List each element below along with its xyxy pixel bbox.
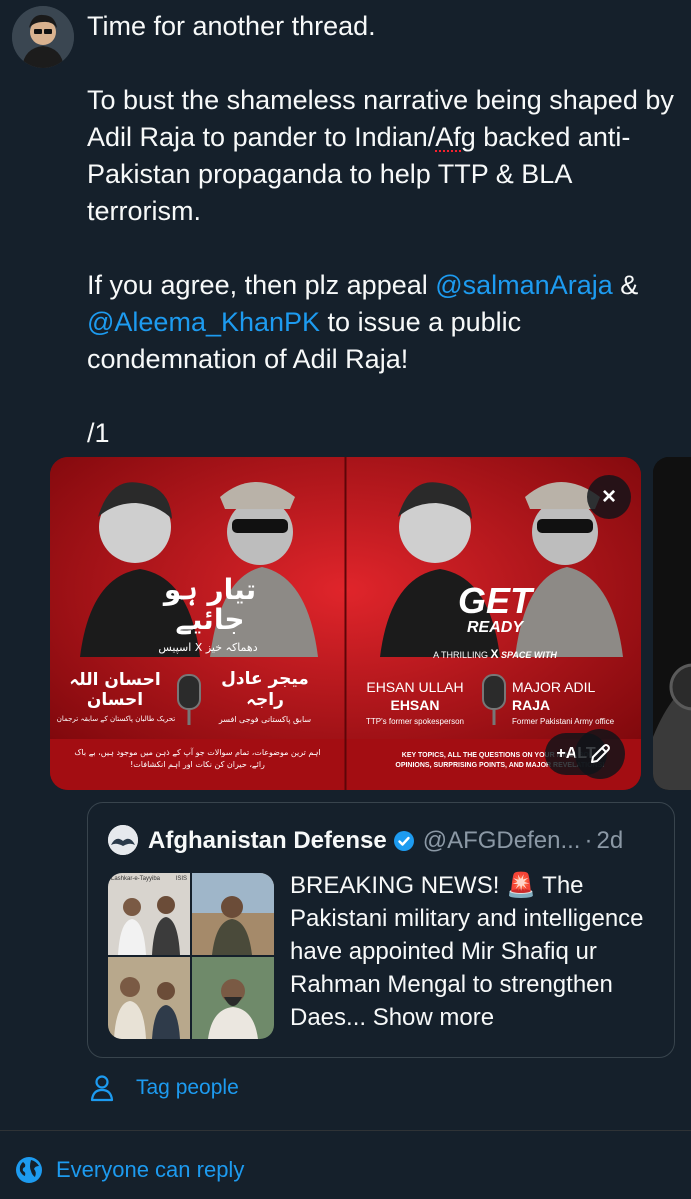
guest-1-first-name: EHSAN ULLAH [366, 679, 464, 695]
quoted-tweet-text: BREAKING NEWS! 🚨 The Pakistani military … [290, 869, 660, 1034]
urdu-guest-2-role: سابق پاکستانی فوجی افسر [218, 715, 312, 724]
close-icon: × [601, 483, 616, 510]
divider [0, 1130, 691, 1131]
x-logo-icon: X [490, 647, 499, 661]
pencil-icon [591, 744, 610, 763]
guest-1-role: TTP's former spokesperson [365, 717, 464, 726]
urdu-guest-1-name: احسان اللہ احسان [69, 670, 161, 710]
quoted-timestamp[interactable]: 2d [596, 827, 623, 854]
quoted-author-name[interactable]: Afghanistan Defense [148, 827, 387, 854]
tweet-text: Time for another thread. To bust the sha… [87, 8, 683, 452]
guest-1-last-name: EHSAN [390, 697, 440, 713]
attached-image[interactable]: تیار ہو جائیے دھماکہ خیز X اسپیس احسان ا… [50, 457, 641, 790]
reply-settings-label: Everyone can reply [56, 1157, 245, 1182]
quoted-media-grid[interactable]: Lashkar-e-Tayyiba ISIS [108, 873, 274, 1039]
mention-salmanaraja[interactable]: @salmanAraja [435, 270, 612, 300]
quoted-thumbnail[interactable] [192, 957, 274, 1039]
urdu-guest-2-name: میجر عادل راجہ [221, 669, 309, 710]
poster-ready: READY [466, 619, 523, 636]
person-icon [90, 1075, 114, 1102]
quoted-thumbnail[interactable] [108, 957, 190, 1039]
show-more-link[interactable]: Show more [373, 1004, 494, 1031]
reply-settings-button[interactable]: Everyone can reply [14, 1155, 244, 1185]
poster-tagline: A THRILLING X SPACE WITH [420, 647, 570, 661]
next-attached-image[interactable] [653, 457, 691, 790]
poster-get: GET [457, 580, 532, 621]
quoted-author-handle[interactable]: @AFGDefen... [423, 827, 581, 854]
urdu-poster-subtitle: دھماکہ خیز X اسپیس [158, 641, 258, 654]
verified-badge-icon [393, 830, 415, 859]
separator-dot: · [584, 827, 593, 854]
quoted-author-avatar[interactable] [108, 825, 138, 855]
tweet-paragraph-4: /1 [87, 418, 110, 448]
edit-media-button[interactable] [575, 729, 625, 779]
guest-2-last-name: RAJA [512, 697, 551, 713]
poster-tagline-part: SPACE WITH [501, 650, 557, 660]
tweet-paragraph-1: Time for another thread. [87, 11, 376, 41]
avatar[interactable] [12, 6, 74, 68]
guest-2-role: Former Pakistani Army office [512, 717, 615, 726]
tweet-text-segment: If you agree, then plz appeal [87, 270, 436, 300]
tweet-text-segment: & [612, 270, 639, 300]
tag-people-button[interactable]: Tag people [90, 1072, 239, 1104]
urdu-poster-title: تیار ہو جائیے [163, 573, 257, 636]
tag-people-label: Tag people [136, 1076, 239, 1099]
remove-media-button[interactable]: × [587, 475, 631, 519]
quoted-thumbnail[interactable] [192, 873, 274, 955]
poster-tagline-part: A THRILLING [433, 650, 488, 660]
urdu-guest-1-role: تحریک طالبان پاکستان کے سابقہ ترجمان [56, 715, 176, 723]
globe-icon [16, 1157, 42, 1183]
media-carousel[interactable]: تیار ہو جائیے دھماکہ خیز X اسپیس احسان ا… [50, 457, 691, 790]
quoted-thumbnail[interactable]: Lashkar-e-Tayyiba ISIS [108, 873, 190, 955]
spellcheck-word[interactable]: Afg [435, 122, 476, 152]
guest-2-first-name: MAJOR ADIL [512, 679, 596, 695]
tweet-paragraph-3: If you agree, then plz appeal @salmanAra… [87, 267, 683, 378]
tweet-paragraph-2: To bust the shameless narrative being sh… [87, 82, 683, 230]
quoted-tweet-header: Afghanistan Defense @AFGDefen... · 2d [148, 827, 623, 859]
mention-aleema-khanpk[interactable]: @Aleema_KhanPK [87, 307, 320, 337]
quoted-tweet[interactable]: Afghanistan Defense @AFGDefen... · 2d Lashk… [87, 802, 675, 1058]
urdu-poster-footer: اہم ترین موضوعات، تمام سوالات جو آپ کے ذ… [74, 748, 321, 769]
